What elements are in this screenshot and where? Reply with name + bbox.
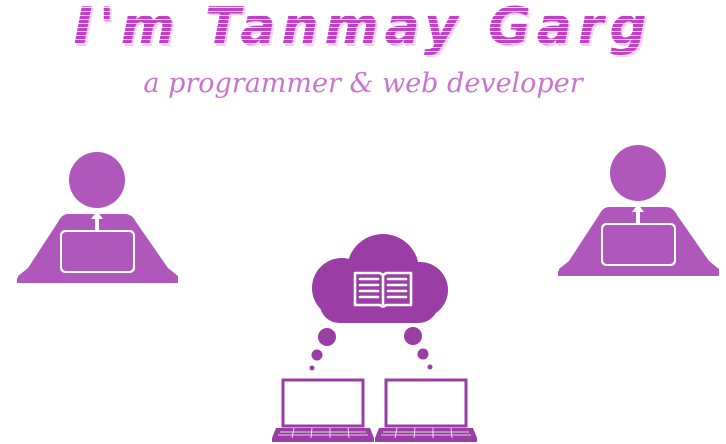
person-at-laptop-icon xyxy=(558,145,719,276)
illustration xyxy=(17,145,719,442)
laptop-icon xyxy=(272,378,374,442)
laptop-icon xyxy=(375,378,477,442)
person-at-laptop-icon xyxy=(17,152,178,283)
cloud-book-icon xyxy=(309,234,448,371)
